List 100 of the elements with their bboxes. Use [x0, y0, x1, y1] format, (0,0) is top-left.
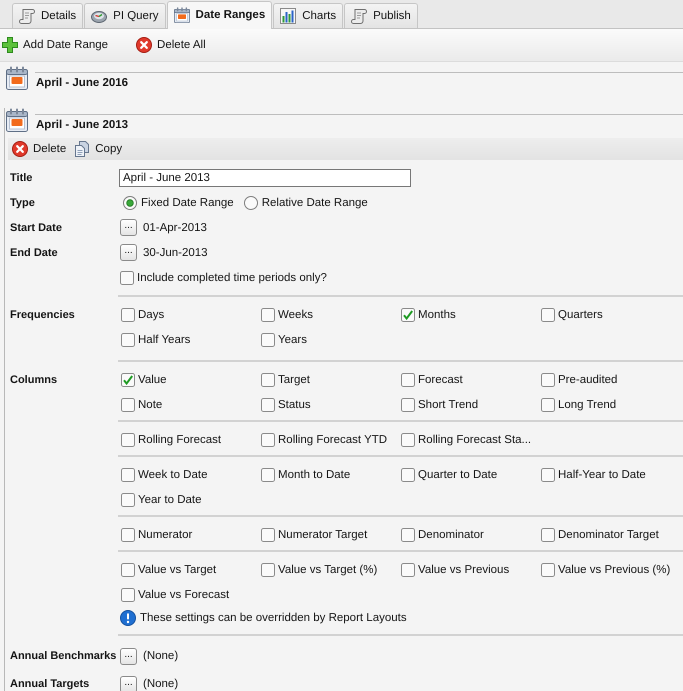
tab[interactable]: Details	[12, 3, 84, 28]
field-label: Annual Benchmarks	[10, 650, 118, 662]
checkbox-label: Rolling Forecast Sta...	[418, 434, 532, 446]
documents-icon	[74, 141, 90, 157]
ellipsis-button[interactable]: ...	[120, 648, 137, 664]
checkbox-label: Half Years	[138, 334, 190, 346]
tab[interactable]: PI Query	[84, 3, 166, 28]
field-label: Columns	[10, 373, 58, 388]
checkbox[interactable]	[401, 468, 415, 482]
checkbox-label: Denominator Target	[558, 529, 659, 541]
copy-button[interactable]: Copy	[74, 141, 122, 157]
checkbox-label: Years	[278, 334, 307, 346]
checkbox[interactable]	[541, 468, 555, 482]
dish-icon	[91, 8, 108, 24]
checkbox[interactable]	[261, 563, 275, 577]
checkbox[interactable]	[261, 333, 275, 347]
scroll-icon	[351, 8, 368, 24]
checkbox-label: Numerator Target	[278, 529, 368, 541]
tab[interactable]: Date Ranges	[166, 1, 272, 29]
checkbox-label: Weeks	[278, 309, 313, 321]
scroll-icon	[19, 8, 35, 24]
radio-button[interactable]	[244, 196, 258, 210]
field-label: Type	[10, 196, 36, 208]
field-label: Title	[10, 172, 34, 184]
checkbox-label: Value vs Previous	[418, 564, 510, 576]
picker-value: (None)	[143, 650, 178, 662]
checkbox-label: Rolling Forecast	[138, 434, 222, 446]
checkbox[interactable]	[261, 433, 275, 447]
checkbox[interactable]	[121, 493, 135, 507]
delete-button[interactable]: Delete All	[136, 37, 206, 53]
checkbox[interactable]	[401, 528, 415, 542]
checkbox-label: Target	[278, 374, 310, 386]
tab[interactable]: Publish	[344, 3, 418, 28]
checkbox[interactable]	[261, 308, 275, 322]
checkbox[interactable]	[541, 528, 555, 542]
checkbox-label: Year to Date	[138, 494, 202, 506]
picker-value: 01-Apr-2013	[143, 222, 207, 234]
checkbox-label: Month to Date	[278, 469, 350, 481]
field-label: End Date	[10, 246, 59, 258]
checkbox-label: Forecast	[418, 374, 463, 386]
field-label: Annual Targets	[10, 678, 90, 690]
plus-icon	[2, 37, 18, 53]
radio-label: Fixed Date Range	[141, 196, 234, 208]
radio-button[interactable]	[123, 196, 137, 210]
picker-value: (None)	[143, 678, 178, 690]
date-range-title[interactable]: April - June 2013	[36, 119, 128, 131]
checkbox[interactable]	[120, 270, 134, 284]
settings-note: These settings can be overridden by Report Layouts	[140, 612, 407, 624]
checkbox[interactable]	[121, 333, 135, 347]
checkbox-label: Numerator	[138, 529, 192, 541]
checkbox-label: Include completed time periods only?	[137, 272, 327, 284]
checkbox[interactable]	[541, 563, 555, 577]
checkbox-label: Status	[278, 399, 311, 411]
checkbox-label: Note	[138, 399, 162, 411]
ellipsis-button[interactable]: ...	[120, 219, 137, 236]
checkbox[interactable]	[261, 398, 275, 412]
add-button[interactable]: Add Date Range	[2, 37, 108, 53]
delete-icon	[136, 37, 152, 53]
calendar-icon	[174, 7, 190, 23]
checkbox[interactable]	[121, 468, 135, 482]
checkbox[interactable]	[121, 528, 135, 542]
checkbox[interactable]	[261, 373, 275, 387]
date-range-title[interactable]: April - June 2016	[36, 77, 128, 89]
checkbox-label: Pre-audited	[558, 374, 618, 386]
input-field[interactable]: April - June 2013	[119, 168, 411, 186]
delete-button[interactable]: Delete	[12, 141, 66, 157]
checkbox[interactable]	[401, 308, 415, 322]
checkbox[interactable]	[401, 398, 415, 412]
checkbox-label: Quarter to Date	[418, 469, 498, 481]
checkbox[interactable]	[121, 308, 135, 322]
tab[interactable]: Charts	[273, 3, 344, 28]
checkbox[interactable]	[401, 433, 415, 447]
field-label: Frequencies	[10, 308, 76, 323]
ellipsis-button[interactable]: ...	[120, 244, 137, 261]
checkbox-label: Week to Date	[138, 469, 208, 481]
ellipsis-button[interactable]: ...	[120, 676, 137, 691]
checkbox-label: Months	[418, 309, 456, 321]
field-label: Start Date	[10, 222, 63, 234]
checkbox[interactable]	[541, 398, 555, 412]
checkbox[interactable]	[541, 373, 555, 387]
checkbox[interactable]	[121, 563, 135, 577]
checkbox[interactable]	[121, 373, 135, 387]
delete-icon	[12, 141, 28, 157]
checkbox-label: Short Trend	[418, 399, 478, 411]
checkbox[interactable]	[541, 308, 555, 322]
checkbox[interactable]	[261, 468, 275, 482]
radio-label: Relative Date Range	[262, 196, 368, 208]
checkbox[interactable]	[121, 398, 135, 412]
checkbox[interactable]	[121, 433, 135, 447]
checkbox-label: Denominator	[418, 529, 484, 541]
picker-value: 30-Jun-2013	[143, 246, 208, 258]
checkbox[interactable]	[261, 528, 275, 542]
checkbox[interactable]	[401, 373, 415, 387]
checkbox-label: Value vs Forecast	[138, 589, 230, 601]
info-icon	[120, 610, 136, 626]
checkbox[interactable]	[121, 588, 135, 602]
checkbox-label: Days	[138, 309, 164, 321]
calendar-icon	[6, 108, 28, 132]
bar-chart-icon	[280, 8, 296, 24]
checkbox[interactable]	[401, 563, 415, 577]
